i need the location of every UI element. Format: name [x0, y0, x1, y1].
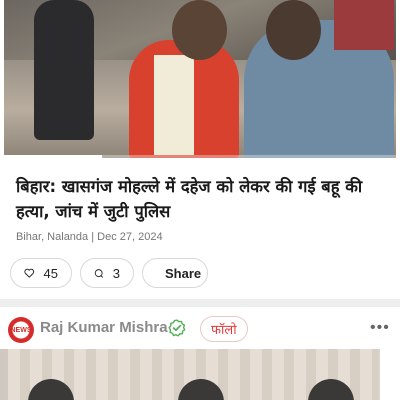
like-count: 45: [43, 265, 58, 281]
like-button[interactable]: 45: [10, 258, 72, 288]
heart-icon: [24, 268, 35, 278]
article-headline[interactable]: बिहार: खासगंज मोहल्ले में दहेज को लेकर क…: [16, 174, 388, 224]
avatar[interactable]: NEWS: [8, 317, 34, 343]
comment-count: 3: [112, 265, 120, 281]
video-progress-bar[interactable]: [4, 155, 396, 158]
video-figure: [334, 0, 394, 50]
more-options-icon[interactable]: •••: [370, 319, 390, 337]
video-figure: [172, 0, 227, 60]
feed-divider: [0, 299, 400, 307]
verified-badge-icon: [168, 319, 186, 337]
comment-icon: [94, 268, 104, 278]
video-figure: [154, 55, 194, 155]
comment-button[interactable]: 3: [80, 258, 134, 288]
video-figure: [34, 0, 94, 140]
whatsapp-share-button[interactable]: Share: [142, 258, 208, 288]
news-video-thumbnail[interactable]: [4, 0, 396, 158]
video-figure: [266, 0, 321, 60]
video-progress-fill: [4, 155, 102, 158]
share-label: Share: [165, 265, 202, 281]
follow-button[interactable]: फॉलो: [200, 316, 248, 342]
post-image-edge: [380, 349, 400, 400]
article-actions: 45 3 Share: [10, 258, 208, 288]
post-header: NEWS Raj Kumar Mishra फॉलो •••: [0, 307, 400, 349]
post-image[interactable]: [0, 349, 400, 400]
author-name[interactable]: Raj Kumar Mishra: [40, 319, 168, 336]
avatar-logo-text: NEWS: [10, 326, 32, 334]
article-meta: Bihar, Nalanda | Dec 27, 2024: [16, 231, 163, 243]
